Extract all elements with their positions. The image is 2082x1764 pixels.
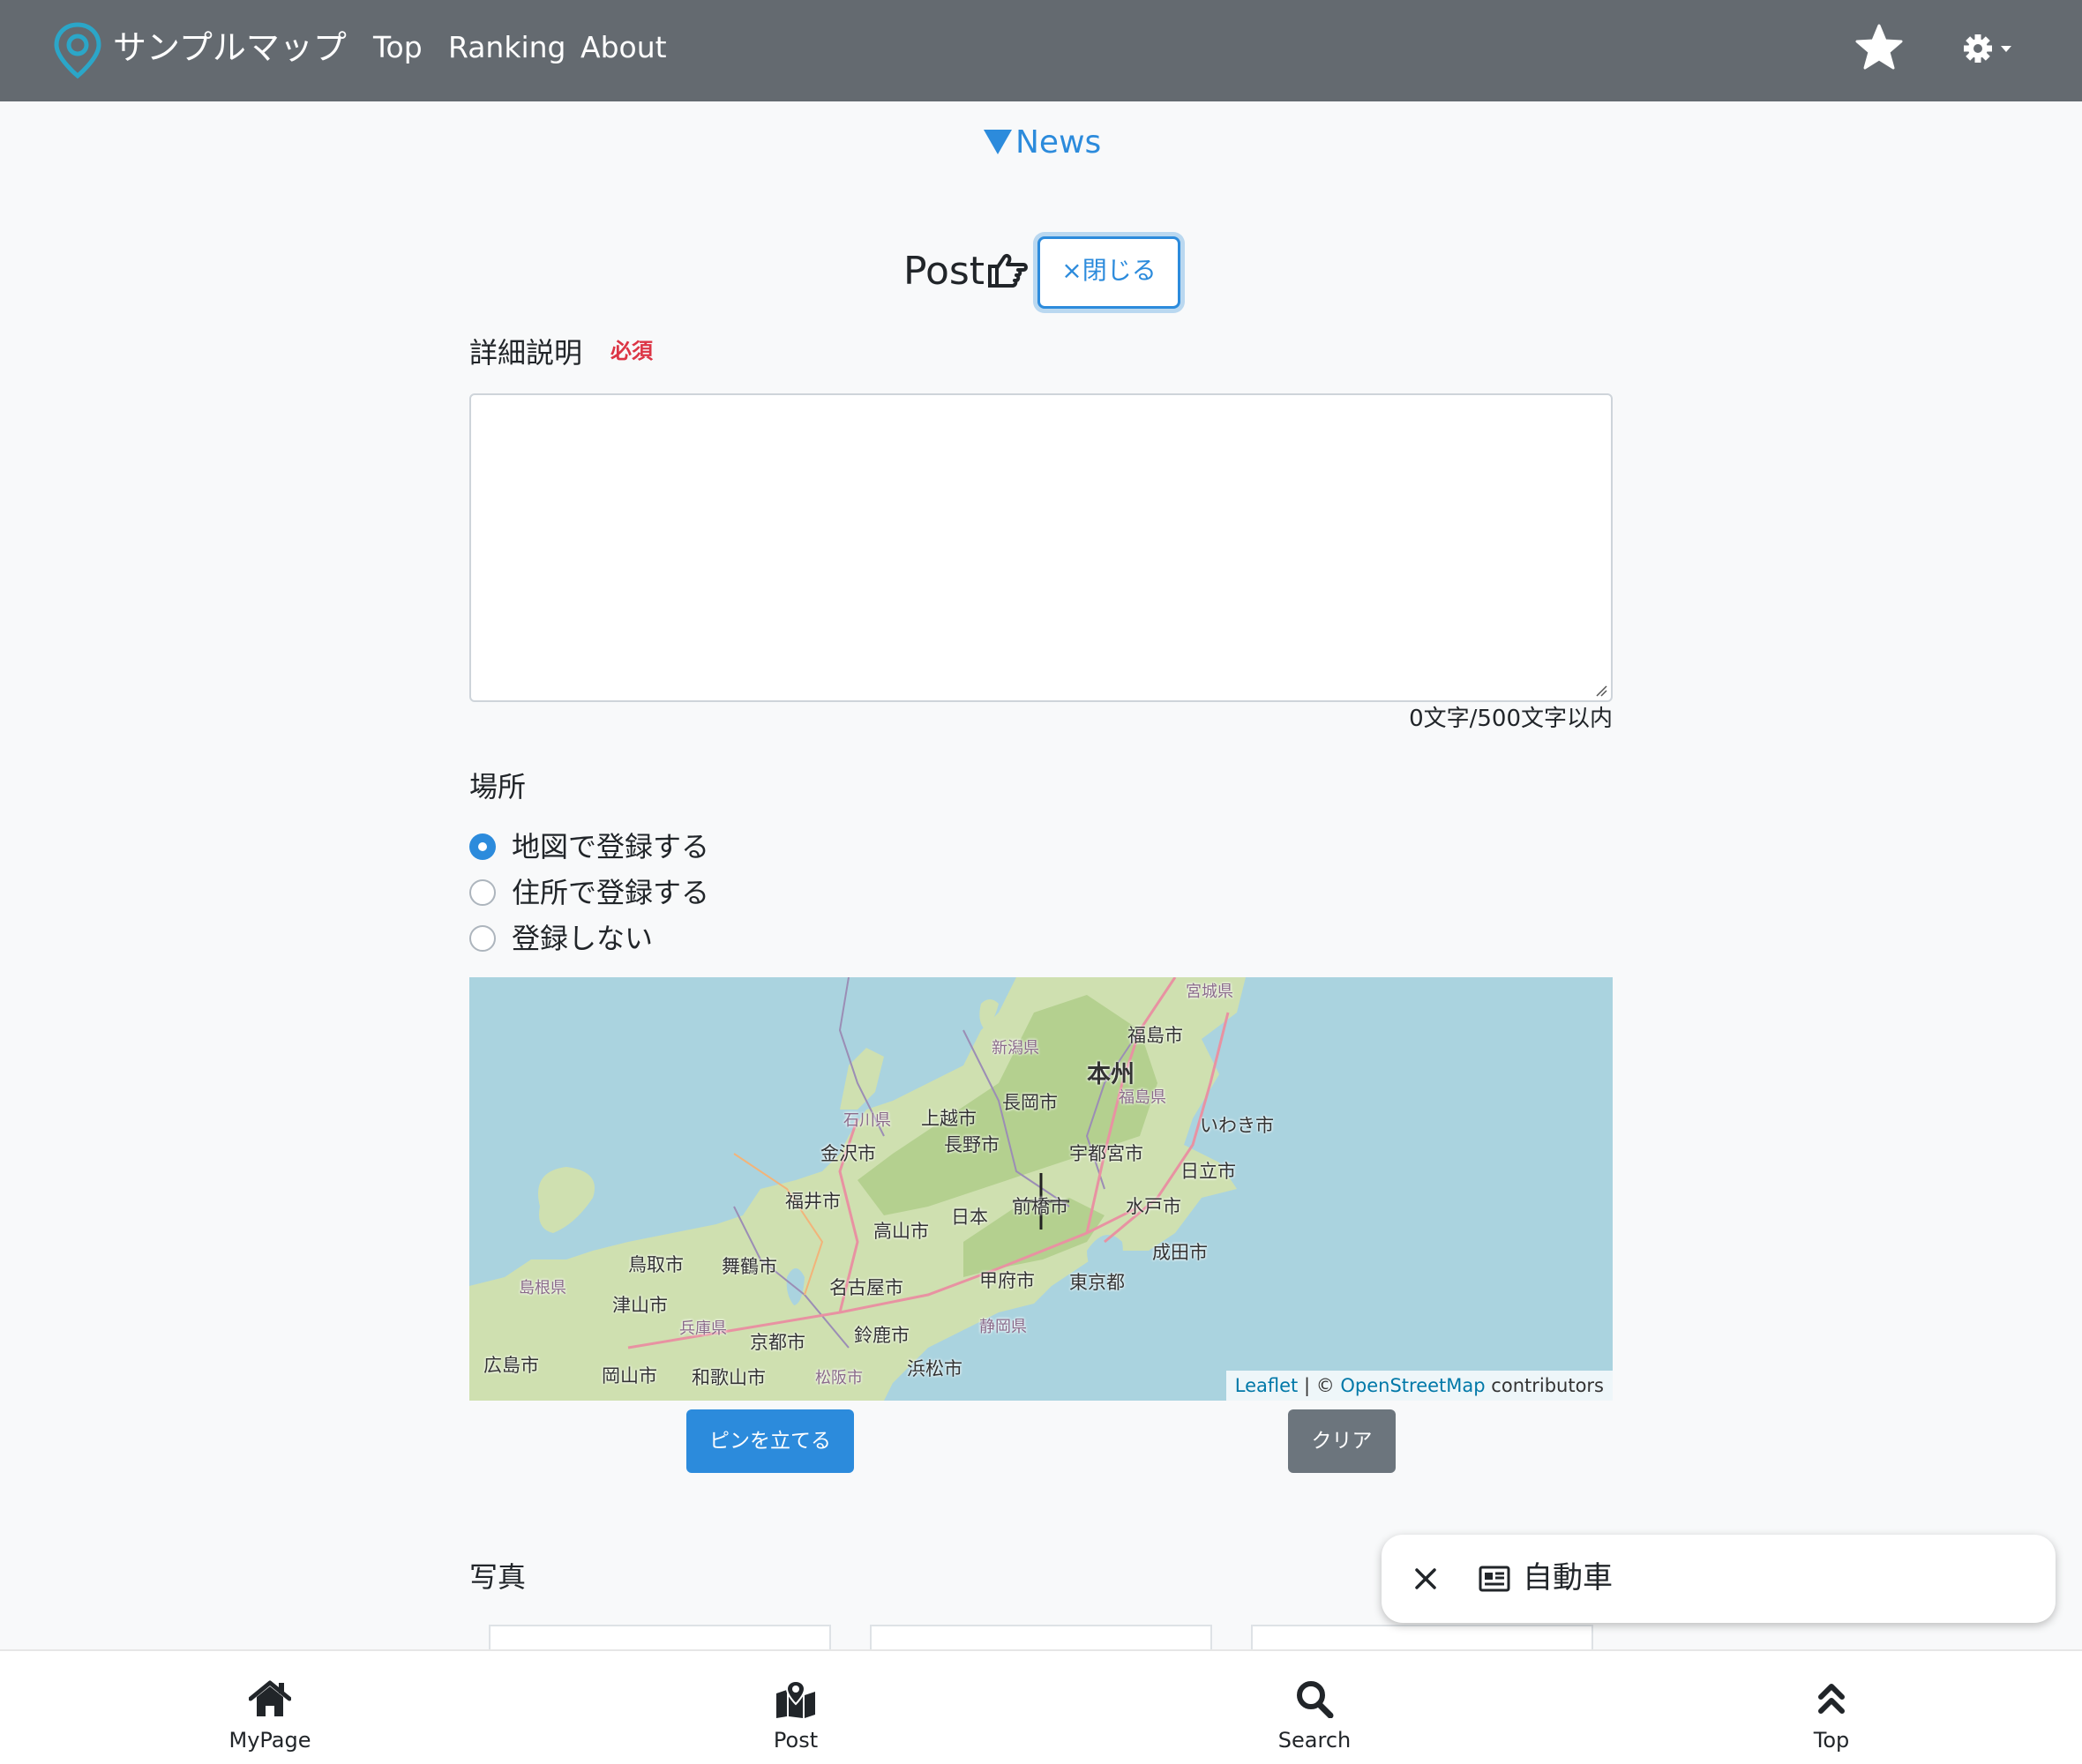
map-label: 長野市 bbox=[944, 1134, 1000, 1155]
radio-option-none[interactable]: 登録しない bbox=[469, 919, 681, 958]
map-label: 上越市 bbox=[921, 1108, 977, 1129]
resize-handle-icon[interactable] bbox=[1595, 684, 1607, 697]
map-label: 京都市 bbox=[750, 1332, 805, 1353]
map-label: 兵庫県 bbox=[679, 1319, 727, 1338]
nav-link-top[interactable]: Top bbox=[373, 25, 423, 71]
location-label: 場所 bbox=[469, 770, 527, 804]
map-attribution: Leaflet | © OpenStreetMap contributors bbox=[1225, 1371, 1613, 1401]
radio-option-map[interactable]: 地図で登録する bbox=[469, 827, 734, 866]
bottom-nav-label: MyPage bbox=[228, 1728, 311, 1753]
radio-option-address[interactable]: 住所で登録する bbox=[469, 873, 734, 912]
map-view[interactable]: 宮城県 福島市 新潟県 本州 長岡市 福島県 いわき市 石川県 上越市 金沢市 … bbox=[469, 977, 1613, 1401]
map-label: 名古屋市 bbox=[829, 1277, 903, 1298]
map-label: 鈴鹿市 bbox=[854, 1325, 910, 1346]
map-label: 甲府市 bbox=[979, 1270, 1035, 1291]
bottom-nav-top[interactable]: Top bbox=[1743, 1660, 1920, 1757]
radio-label: 地図で登録する bbox=[512, 830, 710, 863]
filter-chip[interactable]: 自動車 bbox=[1382, 1535, 2056, 1623]
map-label: 成田市 bbox=[1152, 1242, 1208, 1263]
bottom-nav-mypage[interactable]: MyPage bbox=[182, 1660, 358, 1757]
gear-icon[interactable] bbox=[1962, 32, 2017, 65]
bottom-nav-label: Top bbox=[1813, 1728, 1850, 1753]
post-title: Post bbox=[903, 249, 985, 294]
map-label: 福島市 bbox=[1127, 1025, 1183, 1046]
openstreetmap-link[interactable]: OpenStreetMap bbox=[1340, 1375, 1485, 1396]
map-label: 東京都 bbox=[1069, 1272, 1125, 1293]
star-icon[interactable] bbox=[1854, 23, 1904, 72]
map-label: 宮城県 bbox=[1186, 983, 1233, 1001]
map-label: 宇都宮市 bbox=[1069, 1143, 1143, 1164]
map-label: 日立市 bbox=[1180, 1161, 1236, 1182]
map-label: 岡山市 bbox=[602, 1365, 657, 1387]
map-label: いわき市 bbox=[1200, 1115, 1274, 1136]
clear-button[interactable]: クリア bbox=[1288, 1409, 1396, 1473]
bottom-nav-label: Search bbox=[1277, 1728, 1352, 1753]
navbar: サンプルマップ Top Ranking About bbox=[0, 0, 2082, 101]
map-label: 新潟県 bbox=[992, 1039, 1039, 1058]
map-label: 金沢市 bbox=[820, 1143, 876, 1164]
radio-button[interactable] bbox=[469, 879, 496, 906]
hand-point-right-icon bbox=[988, 253, 1028, 288]
map-label: 福井市 bbox=[785, 1191, 841, 1212]
radio-label: 住所で登録する bbox=[512, 876, 710, 909]
map-label: 浜松市 bbox=[907, 1358, 962, 1379]
map-label: 鳥取市 bbox=[628, 1254, 684, 1275]
brand-name[interactable]: サンプルマップ bbox=[113, 25, 347, 71]
description-label: 詳細説明 bbox=[469, 336, 583, 370]
bottom-nav-search[interactable]: Search bbox=[1226, 1660, 1403, 1757]
map-label: 高山市 bbox=[873, 1221, 929, 1242]
map-label: 広島市 bbox=[483, 1355, 539, 1376]
map-label: 福島県 bbox=[1119, 1088, 1166, 1107]
newspaper-icon bbox=[1479, 1566, 1510, 1592]
chevron-double-up-icon bbox=[1818, 1684, 1845, 1714]
attribution-separator: | © bbox=[1303, 1375, 1335, 1396]
chip-label: 自動車 bbox=[1523, 1560, 1613, 1596]
photo-label: 写真 bbox=[469, 1560, 527, 1594]
map-label: 津山市 bbox=[612, 1295, 668, 1316]
leaflet-link[interactable]: Leaflet bbox=[1235, 1375, 1299, 1396]
map-label: 長岡市 bbox=[1002, 1092, 1058, 1113]
radio-label: 登録しない bbox=[512, 922, 654, 955]
required-badge: 必須 bbox=[610, 339, 653, 363]
map-label: 舞鶴市 bbox=[722, 1256, 777, 1277]
news-toggle[interactable]: News bbox=[984, 122, 1101, 164]
close-button[interactable]: ×閉じる bbox=[1037, 236, 1180, 309]
news-label: News bbox=[1015, 124, 1102, 161]
map-label: 水戸市 bbox=[1126, 1196, 1181, 1217]
drop-pin-button[interactable]: ピンを立てる bbox=[686, 1409, 854, 1473]
nav-link-about[interactable]: About bbox=[580, 25, 667, 71]
character-counter: 0文字/500文字以内 bbox=[1409, 706, 1613, 732]
home-icon bbox=[249, 1680, 291, 1716]
bottom-nav-label: Post bbox=[773, 1728, 819, 1753]
map-label: 和歌山市 bbox=[692, 1367, 766, 1388]
search-icon bbox=[1297, 1681, 1334, 1718]
map-marked-icon bbox=[776, 1679, 815, 1718]
close-icon[interactable] bbox=[1408, 1561, 1443, 1596]
map-label: 島根県 bbox=[519, 1279, 566, 1297]
map-label: 前橋市 bbox=[1013, 1196, 1068, 1217]
description-textarea[interactable] bbox=[469, 393, 1613, 702]
map-tiles bbox=[469, 977, 1246, 1401]
bottom-nav-post[interactable]: Post bbox=[708, 1660, 884, 1757]
attribution-contributors: contributors bbox=[1491, 1375, 1604, 1396]
map-label: 石川県 bbox=[843, 1111, 891, 1130]
map-label: 松阪市 bbox=[815, 1369, 863, 1387]
bottom-navigation: MyPage Post Search Top bbox=[0, 1649, 2082, 1764]
map-label: 静岡県 bbox=[979, 1318, 1027, 1336]
map-pin-logo-icon[interactable] bbox=[53, 21, 102, 79]
map-label: 日本 bbox=[951, 1207, 988, 1228]
nav-link-ranking[interactable]: Ranking bbox=[448, 25, 565, 71]
radio-button[interactable] bbox=[469, 925, 496, 952]
radio-button[interactable] bbox=[469, 833, 496, 860]
caret-down-icon bbox=[984, 130, 1012, 154]
